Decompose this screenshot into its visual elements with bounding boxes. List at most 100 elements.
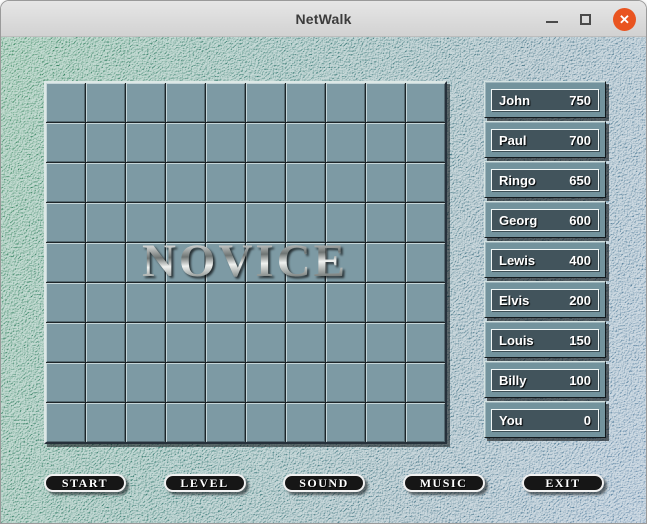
board-cell[interactable]: [126, 163, 165, 202]
board-cell[interactable]: [126, 283, 165, 322]
board-cell[interactable]: [246, 163, 285, 202]
board-cell[interactable]: [126, 363, 165, 402]
board-cell[interactable]: [166, 283, 205, 322]
close-button[interactable]: ✕: [613, 8, 636, 31]
board-cell[interactable]: [46, 363, 85, 402]
board-cell[interactable]: [86, 323, 125, 362]
board-cell[interactable]: [246, 83, 285, 122]
board-cell[interactable]: [166, 243, 205, 282]
board-cell[interactable]: [166, 363, 205, 402]
board-cell[interactable]: [206, 203, 245, 242]
titlebar[interactable]: NetWalk ✕: [1, 1, 646, 37]
board-cell[interactable]: [326, 123, 365, 162]
board-cell[interactable]: [206, 243, 245, 282]
board-cell[interactable]: [246, 363, 285, 402]
board-cell[interactable]: [406, 123, 445, 162]
board-cell[interactable]: [246, 243, 285, 282]
minimize-icon[interactable]: [546, 13, 558, 25]
board-cell[interactable]: [286, 123, 325, 162]
board-cell[interactable]: [286, 403, 325, 442]
board-cell[interactable]: [46, 283, 85, 322]
board-cell[interactable]: [126, 83, 165, 122]
board-cell[interactable]: [206, 363, 245, 402]
board-cell[interactable]: [46, 403, 85, 442]
board-cell[interactable]: [206, 123, 245, 162]
board-cell[interactable]: [206, 403, 245, 442]
board-cell[interactable]: [406, 283, 445, 322]
level-button[interactable]: LEVEL: [164, 474, 246, 492]
board-cell[interactable]: [126, 403, 165, 442]
board-cell[interactable]: [166, 403, 205, 442]
sound-button[interactable]: SOUND: [283, 474, 365, 492]
game-board[interactable]: [44, 81, 447, 444]
exit-button[interactable]: EXIT: [522, 474, 604, 492]
board-cell[interactable]: [86, 403, 125, 442]
board-cell[interactable]: [326, 83, 365, 122]
board-cell[interactable]: [286, 243, 325, 282]
board-cell[interactable]: [286, 323, 325, 362]
board-cell[interactable]: [286, 83, 325, 122]
board-cell[interactable]: [326, 323, 365, 362]
board-cell[interactable]: [246, 403, 285, 442]
board-cell[interactable]: [86, 363, 125, 402]
board-cell[interactable]: [286, 163, 325, 202]
board-cell[interactable]: [246, 283, 285, 322]
board-cell[interactable]: [206, 323, 245, 362]
board-cell[interactable]: [166, 123, 205, 162]
board-cell[interactable]: [366, 123, 405, 162]
board-cell[interactable]: [46, 163, 85, 202]
board-cell[interactable]: [286, 363, 325, 402]
board-cell[interactable]: [366, 163, 405, 202]
board-cell[interactable]: [126, 243, 165, 282]
board-cell[interactable]: [326, 203, 365, 242]
board-cell[interactable]: [206, 83, 245, 122]
board-cell[interactable]: [126, 323, 165, 362]
board-cell[interactable]: [406, 83, 445, 122]
board-cell[interactable]: [46, 243, 85, 282]
board-cell[interactable]: [46, 123, 85, 162]
board-cell[interactable]: [326, 403, 365, 442]
board-cell[interactable]: [366, 323, 405, 362]
board-cell[interactable]: [366, 203, 405, 242]
board-cell[interactable]: [246, 203, 285, 242]
board-cell[interactable]: [246, 323, 285, 362]
board-cell[interactable]: [46, 83, 85, 122]
board-cell[interactable]: [126, 123, 165, 162]
board-cell[interactable]: [46, 323, 85, 362]
board-cell[interactable]: [46, 203, 85, 242]
board-cell[interactable]: [366, 283, 405, 322]
board-cell[interactable]: [406, 403, 445, 442]
board-cell[interactable]: [366, 363, 405, 402]
board-cell[interactable]: [286, 283, 325, 322]
board-cell[interactable]: [86, 123, 125, 162]
maximize-icon[interactable]: [580, 14, 591, 25]
board-cell[interactable]: [406, 203, 445, 242]
board-cell[interactable]: [326, 363, 365, 402]
board-cell[interactable]: [406, 163, 445, 202]
board-cell[interactable]: [366, 403, 405, 442]
board-cell[interactable]: [326, 163, 365, 202]
board-cell[interactable]: [406, 363, 445, 402]
board-cell[interactable]: [366, 83, 405, 122]
board-cell[interactable]: [366, 243, 405, 282]
board-cell[interactable]: [326, 243, 365, 282]
board-cell[interactable]: [86, 163, 125, 202]
music-button[interactable]: MUSIC: [403, 474, 485, 492]
board-cell[interactable]: [166, 83, 205, 122]
board-cell[interactable]: [166, 323, 205, 362]
board-cell[interactable]: [166, 203, 205, 242]
board-cell[interactable]: [86, 243, 125, 282]
start-button[interactable]: START: [44, 474, 126, 492]
board-cell[interactable]: [406, 243, 445, 282]
board-cell[interactable]: [326, 283, 365, 322]
board-cell[interactable]: [86, 83, 125, 122]
board-cell[interactable]: [86, 203, 125, 242]
board-cell[interactable]: [86, 283, 125, 322]
board-cell[interactable]: [166, 163, 205, 202]
board-cell[interactable]: [246, 123, 285, 162]
board-cell[interactable]: [286, 203, 325, 242]
board-cell[interactable]: [406, 323, 445, 362]
board-cell[interactable]: [206, 163, 245, 202]
board-cell[interactable]: [126, 203, 165, 242]
board-cell[interactable]: [206, 283, 245, 322]
